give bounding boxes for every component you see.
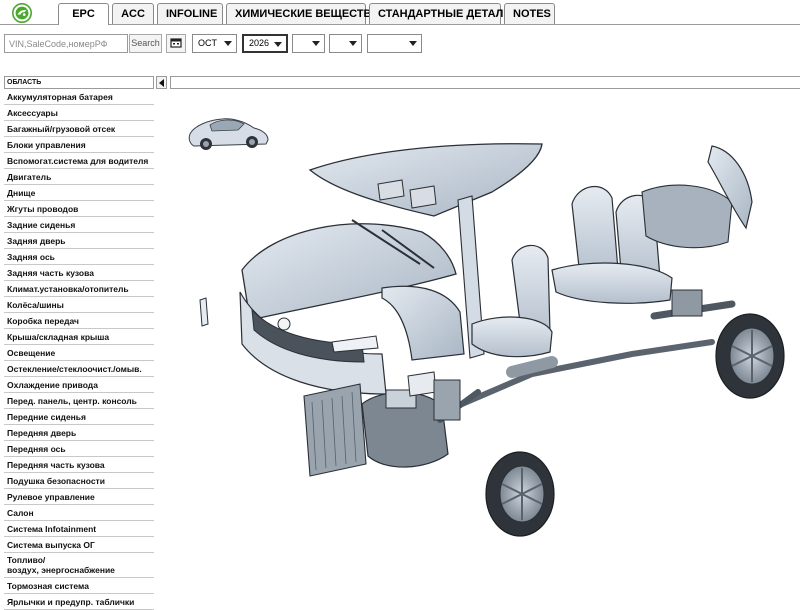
area-item[interactable]: Освещение: [4, 345, 154, 361]
main-content-header: [170, 76, 800, 89]
tab-infoline[interactable]: INFOLINE: [157, 3, 223, 24]
area-list: Аккумуляторная батарея Аксессуары Багажн…: [4, 89, 154, 610]
area-item[interactable]: Передняя часть кузова: [4, 457, 154, 473]
tab-strip: EPC ACC INFOLINE ХИМИЧЕСКИЕ ВЕЩЕСТВА СТА…: [58, 3, 558, 25]
area-item[interactable]: Салон: [4, 505, 154, 521]
tab-epc[interactable]: EPC: [58, 3, 109, 25]
front-seat[interactable]: [471, 244, 553, 358]
area-item[interactable]: Система выпуска ОГ: [4, 537, 154, 553]
fuel-tank[interactable]: [641, 184, 733, 249]
front-wheel[interactable]: [485, 451, 555, 537]
chevron-down-icon: [312, 41, 320, 46]
fog-light-trim[interactable]: [199, 297, 209, 327]
area-item[interactable]: Ярлычки и предупр. таблички: [4, 594, 154, 610]
area-item[interactable]: Охлаждение привода: [4, 377, 154, 393]
filter-select-2[interactable]: [329, 34, 362, 53]
area-item[interactable]: Передние сиденья: [4, 409, 154, 425]
chevron-down-icon: [224, 41, 232, 46]
calendar-icon: [170, 38, 182, 48]
filter-select-1[interactable]: [292, 34, 325, 53]
rear-wheel[interactable]: [715, 313, 785, 399]
chevron-down-icon: [349, 41, 357, 46]
tab-notes[interactable]: NOTES: [504, 3, 555, 24]
area-item[interactable]: Аксессуары: [4, 105, 154, 121]
chevron-down-icon: [274, 42, 282, 47]
front-fender[interactable]: [381, 285, 465, 361]
area-item[interactable]: Рулевое управление: [4, 489, 154, 505]
area-item[interactable]: Задняя часть кузова: [4, 265, 154, 281]
top-tab-bar: EPC ACC INFOLINE ХИМИЧЕСКИЕ ВЕЩЕСТВА СТА…: [0, 0, 800, 25]
area-item[interactable]: Задняя дверь: [4, 233, 154, 249]
year-select-value: 2026: [249, 38, 270, 48]
area-item[interactable]: Система Infotainment: [4, 521, 154, 537]
area-item[interactable]: Передняя дверь: [4, 425, 154, 441]
area-item[interactable]: Двигатель: [4, 169, 154, 185]
area-item[interactable]: Аккумуляторная батарея: [4, 89, 154, 105]
search-button[interactable]: Search: [129, 34, 162, 53]
collapse-panel-button[interactable]: [156, 76, 167, 89]
area-item[interactable]: Крыша/складная крыша: [4, 329, 154, 345]
calendar-button[interactable]: [166, 34, 186, 53]
area-item[interactable]: Тормозная система: [4, 578, 154, 594]
area-item[interactable]: Коробка передач: [4, 313, 154, 329]
front-axle[interactable]: [433, 379, 481, 423]
area-panel-header: ОБЛАСТЬ: [4, 76, 154, 89]
area-item[interactable]: Задние сиденья: [4, 217, 154, 233]
area-item[interactable]: Жгуты проводов: [4, 201, 154, 217]
skoda-logo-icon[interactable]: [12, 3, 32, 23]
year-select[interactable]: 2026: [242, 34, 288, 53]
radiator[interactable]: [303, 383, 367, 477]
vehicle-exploded-illustration[interactable]: [172, 92, 798, 592]
area-item[interactable]: Перед. панель, центр. консоль: [4, 393, 154, 409]
area-item[interactable]: Передняя ось: [4, 441, 154, 457]
area-item[interactable]: Багажный/грузовой отсек: [4, 121, 154, 137]
search-toolbar: Search OCT 2026: [0, 33, 800, 55]
area-item[interactable]: Вспомогат.система для водителя: [4, 153, 154, 169]
month-select[interactable]: OCT: [192, 34, 237, 53]
area-item[interactable]: Блоки управления: [4, 137, 154, 153]
tab-standard-parts[interactable]: СТАНДАРТНЫЕ ДЕТАЛИ: [369, 3, 511, 24]
area-item[interactable]: Подушка безопасности: [4, 473, 154, 489]
chevron-down-icon: [409, 41, 417, 46]
month-select-value: OCT: [198, 38, 217, 48]
area-item[interactable]: Днище: [4, 185, 154, 201]
area-item[interactable]: Остекление/стеклоочист./омыв.: [4, 361, 154, 377]
tab-chemicals[interactable]: ХИМИЧЕСКИЕ ВЕЩЕСТВА: [226, 3, 379, 24]
vin-search-input[interactable]: [4, 34, 128, 53]
area-item[interactable]: Задняя ось: [4, 249, 154, 265]
battery[interactable]: [407, 371, 437, 397]
tab-acc[interactable]: ACC: [112, 3, 154, 24]
area-item[interactable]: Колёса/шины: [4, 297, 154, 313]
area-item[interactable]: Топливо/ воздух, энергоснабжение: [4, 553, 154, 578]
filter-select-3[interactable]: [367, 34, 422, 53]
area-item[interactable]: Климат.установка/отопитель: [4, 281, 154, 297]
